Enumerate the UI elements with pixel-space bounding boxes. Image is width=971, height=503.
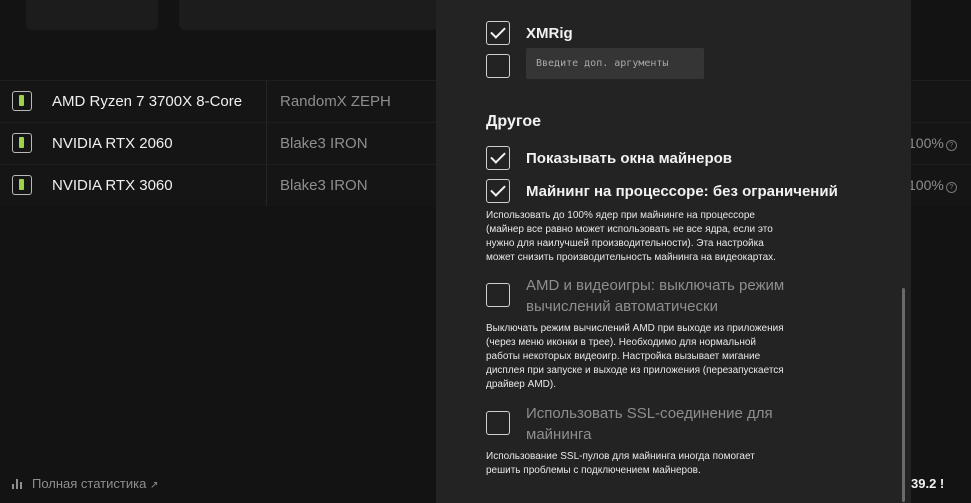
device-algorithm: RandomX ZEPH [266, 81, 391, 122]
device-name: NVIDIA RTX 3060 [52, 177, 173, 194]
label-line: майнинга [526, 426, 592, 443]
device-load-value: 100% [908, 177, 944, 193]
cpu-unlimited-label: Майнинг на процессоре: без ограничений [526, 183, 838, 200]
enabled-indicator-icon [19, 95, 24, 106]
cpu-unlimited-description: Использовать до 100% ядер при майнинге н… [486, 209, 856, 265]
desc-line: может снизить производительность майнинг… [486, 252, 776, 263]
panel-scrollbar[interactable] [902, 288, 905, 502]
footer-value: 39.2 ! [911, 476, 945, 491]
desc-line: нужно для наилучшей производительности).… [486, 238, 764, 249]
label-line: вычислений автоматически [526, 298, 718, 315]
ssl-label: Использовать SSL-соединение для майнинга [526, 403, 773, 445]
device-name: NVIDIA RTX 2060 [52, 135, 173, 152]
desc-line: работы некоторых видеоигр. Настройка выз… [486, 351, 761, 362]
ssl-checkbox[interactable] [486, 411, 510, 435]
device-name: AMD Ryzen 7 3700X 8-Core [52, 93, 243, 110]
desc-line: (майнер все равно может использовать не … [486, 224, 773, 235]
full-stats-label: Полная статистика [32, 476, 147, 491]
device-load-value: 100% [908, 135, 944, 151]
device-toggle[interactable] [12, 133, 32, 153]
desc-line: Выключать режим вычислений AMD при выход… [486, 323, 784, 334]
amd-games-label: AMD и видеоигры: выключать режим вычисле… [526, 275, 784, 317]
settings-panel: XMRig Другое Показывать окна майнеров Ма… [436, 0, 911, 503]
device-algorithm: Blake3 IRON [266, 123, 368, 164]
enabled-indicator-icon [19, 179, 24, 190]
xmrig-label: XMRig [526, 25, 573, 42]
amd-games-description: Выключать режим вычислений AMD при выход… [486, 322, 856, 392]
info-icon[interactable]: ? [945, 140, 957, 151]
cpu-unlimited-checkbox[interactable] [486, 179, 510, 203]
extra-args-input[interactable] [526, 48, 704, 79]
device-load: 100%? [908, 135, 957, 151]
show-windows-label: Показывать окна майнеров [526, 150, 732, 167]
desc-line: (через меню иконки в трее). Необходимо д… [486, 337, 757, 348]
full-stats-link[interactable]: Полная статистика ↗ [12, 476, 158, 491]
device-load: 100%? [908, 177, 957, 193]
other-section-heading: Другое [486, 113, 541, 130]
ssl-description: Использование SSL-пулов для майнинга ино… [486, 450, 856, 478]
info-icon[interactable]: ? [945, 182, 957, 193]
xmrig-checkbox[interactable] [486, 21, 510, 45]
desc-line: дисплея при запуске и выходе из приложен… [486, 365, 784, 376]
label-line: AMD и видеоигры: выключать режим [526, 277, 785, 294]
device-toggle[interactable] [12, 175, 32, 195]
label-line: Использовать SSL-соединение для [526, 405, 773, 422]
desc-line: Использовать до 100% ядер при майнинге н… [486, 210, 755, 221]
external-link-icon: ↗ [149, 480, 159, 491]
top-card-right [179, 0, 438, 30]
device-algorithm: Blake3 IRON [266, 165, 368, 206]
device-toggle[interactable] [12, 91, 32, 111]
top-card-left [26, 0, 158, 30]
args-checkbox[interactable] [486, 54, 510, 78]
show-windows-checkbox[interactable] [486, 146, 510, 170]
stats-bars-icon [12, 479, 24, 489]
desc-line: драйвер AMD). [486, 379, 556, 390]
desc-line: Использование SSL-пулов для майнинга ино… [486, 451, 755, 462]
desc-line: решить проблемы с подключением майнеров. [486, 465, 701, 476]
enabled-indicator-icon [19, 137, 24, 148]
amd-games-checkbox[interactable] [486, 283, 510, 307]
